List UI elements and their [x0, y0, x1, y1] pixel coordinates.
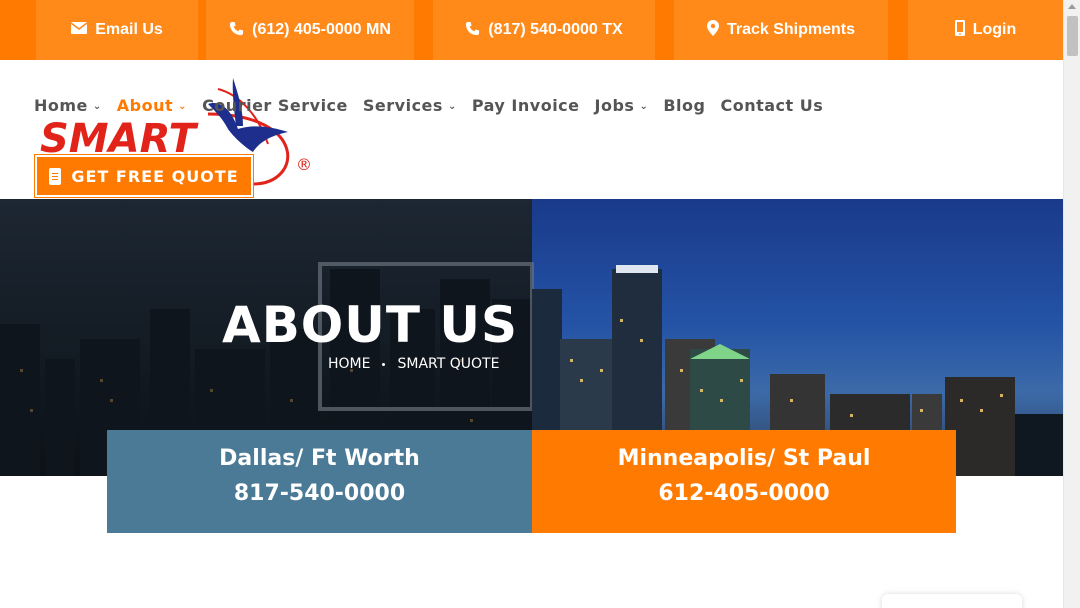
phone-mn-link[interactable]: (612) 405-0000 MN	[206, 0, 414, 60]
nav-label: Pay Invoice	[471, 96, 580, 115]
nav-item-services[interactable]: Services ⌄	[363, 96, 457, 115]
nav-item-pay-invoice[interactable]: Pay Invoice	[472, 96, 580, 115]
nav-item-contact-us[interactable]: Contact Us	[720, 96, 823, 115]
nav-label: Contact Us	[720, 96, 824, 115]
nav-label: Blog	[663, 96, 706, 115]
location-phone-link[interactable]: 817-540-0000	[107, 481, 532, 506]
main-header: SMART ® Home ⌄ About ⌄ Courier Service Ser…	[0, 60, 1063, 199]
nav-item-home[interactable]: Home ⌄	[34, 96, 102, 115]
phone-icon	[229, 21, 244, 40]
get-free-quote-button[interactable]: GET FREE QUOTE	[35, 155, 253, 197]
breadcrumb: HOME SMART QUOTE	[328, 356, 499, 372]
location-city: Dallas/ Ft Worth	[219, 446, 420, 471]
phone-tx-link[interactable]: (817) 540-0000 TX	[433, 0, 655, 60]
chat-widget[interactable]	[882, 594, 1022, 608]
scrollbar-thumb[interactable]	[1067, 16, 1078, 56]
email-us-label: Email Us	[95, 21, 163, 38]
breadcrumb-current: SMART QUOTE	[397, 356, 500, 372]
track-shipments-label: Track Shipments	[726, 21, 856, 38]
scroll-up-arrow-icon[interactable]	[1068, 4, 1076, 9]
envelope-icon	[70, 22, 88, 38]
top-contact-bar: Email Us (612) 405-0000 MN (817) 540-000…	[0, 0, 1063, 60]
primary-nav: Home ⌄ About ⌄ Courier Service Services ⌄ P…	[34, 96, 823, 115]
track-shipments-link[interactable]: Track Shipments	[674, 0, 888, 60]
login-label: Login	[972, 21, 1017, 38]
login-link[interactable]: Login	[908, 0, 1063, 60]
phone-mn-label: (612) 405-0000 MN	[252, 21, 391, 38]
clipboard-icon	[49, 167, 62, 185]
chevron-down-icon: ⌄	[178, 101, 188, 112]
chevron-down-icon: ⌄	[92, 101, 102, 112]
location-card-minneapolis: Minneapolis/ St Paul 612-405-0000	[532, 430, 956, 533]
map-pin-icon	[706, 20, 719, 40]
breadcrumb-separator	[382, 362, 386, 366]
mobile-phone-icon	[954, 20, 965, 40]
nav-item-blog[interactable]: Blog	[663, 96, 705, 115]
breadcrumb-home-link[interactable]: HOME	[328, 356, 370, 372]
nav-label: Courier Service	[202, 96, 348, 115]
nav-label: Services	[362, 96, 443, 115]
chevron-down-icon: ⌄	[639, 101, 649, 112]
page: Email Us (612) 405-0000 MN (817) 540-000…	[0, 0, 1080, 608]
nav-label: Home	[34, 96, 88, 115]
quote-button-label: GET FREE QUOTE	[71, 166, 239, 186]
phone-tx-label: (817) 540-0000 TX	[488, 21, 623, 38]
page-title: ABOUT US	[222, 296, 519, 354]
registered-mark: ®	[296, 155, 312, 174]
phone-icon	[465, 21, 480, 40]
location-card-dallas: Dallas/ Ft Worth 817-540-0000	[107, 430, 532, 533]
nav-item-jobs[interactable]: Jobs ⌄	[595, 96, 649, 115]
nav-label: Jobs	[594, 96, 635, 115]
nav-item-about[interactable]: About ⌄	[117, 96, 187, 115]
chevron-down-icon: ⌄	[447, 101, 457, 112]
nav-label: About	[116, 96, 174, 115]
nav-item-courier-service[interactable]: Courier Service	[202, 96, 348, 115]
location-phone-link[interactable]: 612-405-0000	[532, 481, 956, 506]
location-city: Minneapolis/ St Paul	[617, 446, 871, 471]
email-us-link[interactable]: Email Us	[36, 0, 198, 60]
page-scrollbar[interactable]	[1063, 0, 1080, 608]
